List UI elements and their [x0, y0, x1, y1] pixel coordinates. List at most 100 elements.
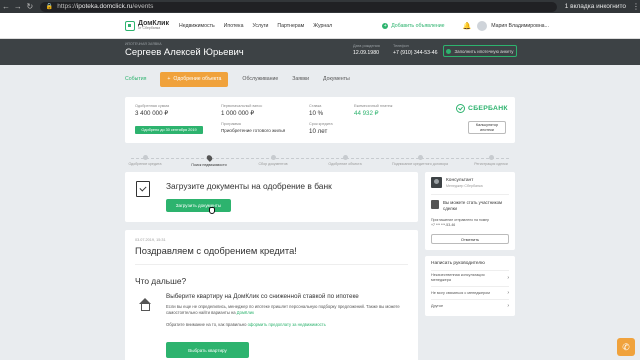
what-next-heading: Что дальше? [135, 276, 187, 286]
birth-date-label: Дата рождения [353, 44, 380, 48]
approved-amount: Одобренная сумма 3 400 000 ₽ [135, 104, 169, 117]
birth-date-field: Дата рождения 12.09.1980 [353, 44, 380, 56]
phone-label: Телефон [393, 44, 409, 48]
choose-apartment-button[interactable]: Выбрать квартиру [166, 342, 249, 358]
monthly-payment-value: 44 932 ₽ [354, 110, 379, 117]
complaint-label: Другое [431, 304, 444, 308]
sberbank-name: СБЕРБАНК [468, 105, 508, 112]
event-date: 03.07.2019, 15:31 [135, 238, 166, 242]
browser-toolbar: ← → ↻ 🔒 https://ipoteka.domclick.ru/even… [0, 0, 640, 13]
upload-documents-card: Загрузите документы на одобрение в банк … [125, 172, 418, 222]
add-ad-link[interactable]: + Добавить объявление [382, 22, 445, 29]
consultant-avatar [431, 177, 442, 188]
divider [431, 286, 509, 287]
write-manager-title: Написать руководителю [431, 261, 485, 266]
fill-mortgage-form-button[interactable]: Заполнить ипотечную анкету [443, 45, 517, 57]
progress-step[interactable]: Одобрение кредита [110, 155, 180, 166]
complaint-item[interactable]: Другое › [431, 303, 509, 309]
chevron-right-icon: › [507, 303, 509, 309]
monthly-payment: Ежемесячный платеж 44 932 ₽ [354, 104, 392, 117]
approved-amount-label: Одобренная сумма [135, 104, 170, 108]
reload-icon[interactable]: ↻ [24, 2, 36, 11]
fill-mortgage-form-label: Заполнить ипотечную анкету [454, 48, 514, 54]
domclick-logo[interactable]: ДомКлик от Сбербанка [125, 20, 169, 31]
step-label: Одобрение кредита [128, 162, 162, 166]
phone-value: +7 (910) 344-53-46 [393, 50, 438, 56]
consultant-role: Менеджер Сбербанка [446, 183, 483, 188]
nav-item-journal[interactable]: Журнал [313, 23, 332, 29]
approved-amount-value: 3 400 000 ₽ [135, 110, 169, 117]
tab-approve-object[interactable]: + Одобрение объекта [160, 71, 229, 87]
user-menu[interactable]: Мария Владимировна... [477, 20, 549, 31]
consultant-name: Консультант [446, 177, 474, 183]
complaint-item[interactable]: Не могу связаться с менеджером › [431, 290, 509, 296]
birth-date-value: 12.09.1980 [353, 50, 379, 56]
chevron-right-icon: › [507, 274, 509, 281]
complaint-label: Некачественная консультация менеджера [431, 273, 485, 282]
interest-rate-value: 10 % [309, 110, 324, 117]
progress-step[interactable]: Регистрация сделки [456, 155, 526, 166]
consultant-card: Консультант Менеджер Сбербанка Вы можете… [425, 172, 515, 250]
invite-info: Приглашение отправлено на номер +7 *** *… [431, 218, 489, 228]
url-host: ipoteka.domclick.ru [76, 3, 133, 10]
nav-item-services[interactable]: Услуги [252, 23, 268, 29]
bell-icon[interactable]: 🔔 [463, 22, 472, 30]
interest-rate: Ставка 10 % [309, 104, 323, 117]
tab-events[interactable]: События [125, 76, 146, 82]
initial-payment-value: 1 000 000 ₽ [221, 110, 255, 117]
tab-documents[interactable]: Документы [323, 76, 350, 82]
document-check-icon [136, 181, 150, 197]
loan-term: Срок кредита 10 лет [309, 122, 333, 135]
approval-status-badge: Одобрено до 30 сентября 2019 [135, 126, 203, 134]
forward-icon[interactable]: → [12, 2, 24, 11]
incognito-label[interactable]: 1 вкладка инкогнито [565, 3, 626, 10]
user-name: Мария Владимировна... [491, 22, 549, 29]
url-path: /events [132, 3, 154, 10]
progress-step-active[interactable]: Поиск недвижимости [174, 154, 244, 167]
nav-item-mortgage[interactable]: Ипотека [224, 23, 244, 29]
nav-item-partners[interactable]: Партнерам [277, 23, 304, 29]
address-bar[interactable]: 🔒 https://ipoteka.domclick.ru/events [39, 1, 557, 12]
nav-item-realty[interactable]: Недвижимость [179, 23, 215, 29]
choose-apartment-text: Если вы еще не определились, менеджер по… [166, 304, 411, 317]
plus-icon: + [167, 76, 171, 82]
divider [431, 194, 509, 195]
mortgage-calculator-button[interactable]: Калькулятор ипотеки [468, 121, 506, 134]
progress-step[interactable]: Одобрение объекта [310, 155, 380, 166]
lock-icon: 🔒 [45, 4, 54, 10]
progress-step[interactable]: Подписание кредитного договора [385, 155, 455, 166]
phone-callback-button[interactable]: ✆ [617, 338, 635, 356]
loan-term-value: 10 лет [309, 128, 328, 135]
logo-sub: от Сбербанка [138, 26, 161, 31]
upload-documents-button[interactable]: Загрузить документы [166, 199, 231, 212]
consultant-row: Консультант Менеджер Сбербанка [431, 177, 483, 188]
interest-rate-label: Ставка [309, 104, 322, 108]
step-dot-icon [488, 155, 494, 160]
step-dot-icon [342, 155, 348, 160]
client-name: Сергеев Алексей Юрьевич [125, 47, 244, 58]
cancel-button[interactable]: Отменить [431, 234, 509, 244]
step-label: Сбор документов [258, 162, 288, 166]
domclick-link[interactable]: ДомКлик [237, 310, 254, 315]
congrats-title: Поздравляем с одобрением кредита! [135, 245, 297, 256]
back-icon[interactable]: ← [0, 2, 12, 11]
tab-deals[interactable]: Заявки [292, 76, 309, 82]
complaint-item[interactable]: Некачественная консультация менеджера › [431, 273, 509, 283]
tab-service[interactable]: Обслуживание [242, 76, 278, 82]
progress-step[interactable]: Сбор документов [238, 155, 308, 166]
write-manager-card: Написать руководителю Некачественная кон… [425, 256, 515, 316]
logo-icon [125, 20, 135, 31]
avatar [477, 20, 488, 31]
prepayment-link[interactable]: оформить предоплату за недвижимость [248, 322, 326, 327]
program: Программа Приобретение готового жилья [221, 122, 285, 133]
browser-menu-icon[interactable]: ⋮ [632, 2, 640, 11]
complaint-label: Не могу связаться с менеджером [431, 291, 490, 295]
chevron-right-icon: › [507, 290, 509, 296]
url-prefix: https:// [57, 3, 77, 10]
plus-icon: + [382, 22, 389, 29]
program-value: Приобретение готового жилья [221, 128, 286, 133]
invite-phone: +7 *** ***-53-46 [431, 222, 456, 227]
sberbank-icon [456, 104, 465, 113]
loan-term-label: Срок кредита [309, 122, 333, 126]
hand-cursor-icon [209, 207, 215, 214]
